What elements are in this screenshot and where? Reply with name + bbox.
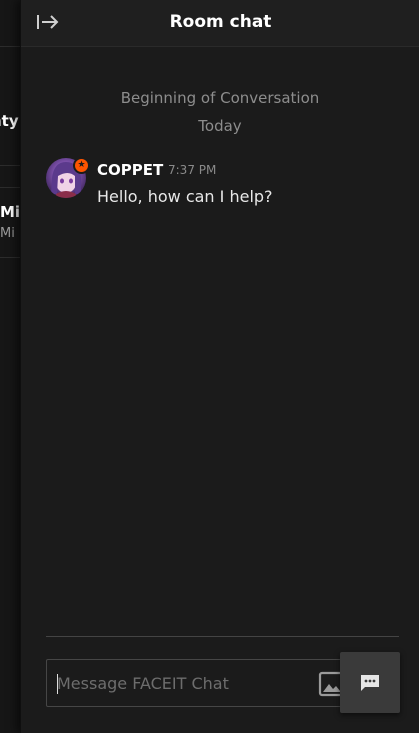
message-text: Hello, how can I help? xyxy=(97,187,273,206)
background-divider xyxy=(0,187,20,188)
background-item-title: Mi xyxy=(0,203,20,221)
chat-title: Room chat xyxy=(169,12,272,32)
message-time: 7:37 PM xyxy=(168,163,217,177)
chat-header: Room chat xyxy=(21,0,419,47)
star-icon: ★ xyxy=(73,157,90,174)
background-heading: nty xyxy=(0,112,19,130)
message-author[interactable]: COPPET xyxy=(97,161,163,179)
chat-bubble-icon xyxy=(361,674,379,691)
conversation-start: Beginning of Conversation Today xyxy=(21,84,419,140)
conversation-beginning-label: Beginning of Conversation xyxy=(120,89,320,107)
composer-divider xyxy=(46,636,399,637)
room-chat-panel: Room chat Beginning of Conversation Toda… xyxy=(20,0,419,733)
background-page: nty Mi Mi xyxy=(0,0,20,733)
background-divider xyxy=(0,46,20,47)
message-input-box[interactable] xyxy=(46,659,360,707)
chat-message: ★ COPPET 7:37 PM Hello, how can I help? xyxy=(46,157,406,208)
background-divider xyxy=(0,257,20,258)
background-divider xyxy=(0,165,20,166)
background-item-subtitle: Mi xyxy=(0,226,15,241)
conversation-day-label: Today xyxy=(198,117,242,135)
message-input[interactable] xyxy=(57,660,307,706)
send-button[interactable] xyxy=(340,652,400,713)
